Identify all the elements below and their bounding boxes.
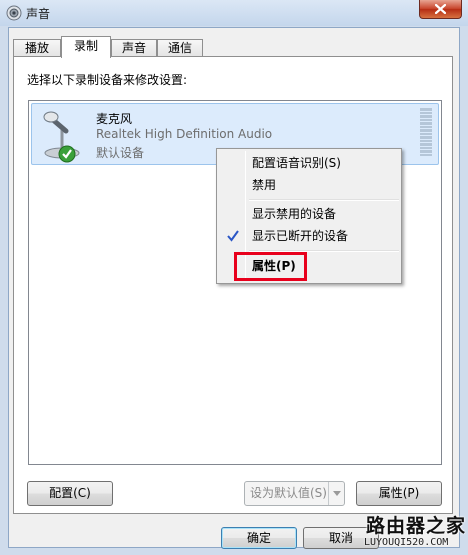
- close-button[interactable]: [419, 0, 462, 19]
- set-default-dropdown[interactable]: [328, 482, 344, 505]
- menu-item-configure-speech[interactable]: 配置语音识别(S): [219, 152, 399, 174]
- panel-instruction: 选择以下录制设备来修改设置:: [27, 73, 188, 87]
- watermark-logo: 路由器之家 LUYOUQI520.COM: [352, 510, 468, 555]
- menu-separator: [249, 199, 399, 201]
- chevron-down-icon: [333, 491, 341, 496]
- level-meter: [420, 108, 432, 160]
- tab-playback[interactable]: 播放: [13, 39, 61, 57]
- menu-item-show-disconnected[interactable]: 显示已断开的设备: [219, 225, 399, 247]
- tab-communications[interactable]: 通信: [157, 39, 203, 57]
- device-status: 默认设备: [96, 146, 145, 160]
- properties-button[interactable]: 属性(P): [356, 481, 442, 506]
- recording-panel: 选择以下录制设备来修改设置: 麦克风 Realtek High Definiti…: [13, 56, 453, 514]
- close-icon: [435, 4, 446, 14]
- title-bar[interactable]: 声音: [0, 0, 468, 26]
- microphone-icon: [43, 111, 80, 163]
- menu-item-disable[interactable]: 禁用: [219, 174, 399, 196]
- speaker-icon: [6, 5, 22, 21]
- menu-item-label: 显示已断开的设备: [252, 229, 349, 243]
- highlight-annotation: [234, 252, 307, 281]
- tab-recording[interactable]: 录制: [61, 36, 111, 58]
- checkmark-icon: [227, 230, 239, 242]
- device-name: 麦克风: [96, 112, 133, 126]
- dialog-client: 播放 录制 声音 通信 选择以下录制设备来修改设置: 麦克风 Realtek H…: [8, 27, 460, 549]
- configure-button[interactable]: 配置(C): [27, 481, 113, 506]
- ok-button[interactable]: 确定: [221, 527, 297, 549]
- menu-item-show-disabled[interactable]: 显示禁用的设备: [219, 203, 399, 225]
- watermark-cn: 路由器之家: [366, 515, 467, 537]
- window-title: 声音: [26, 7, 51, 21]
- tab-sounds[interactable]: 声音: [111, 39, 157, 57]
- set-default-label: 设为默认值(S): [250, 486, 327, 500]
- set-default-button[interactable]: 设为默认值(S): [244, 481, 345, 506]
- device-driver: Realtek High Definition Audio: [96, 127, 273, 141]
- watermark-en: LUYOUQI520.COM: [364, 537, 449, 548]
